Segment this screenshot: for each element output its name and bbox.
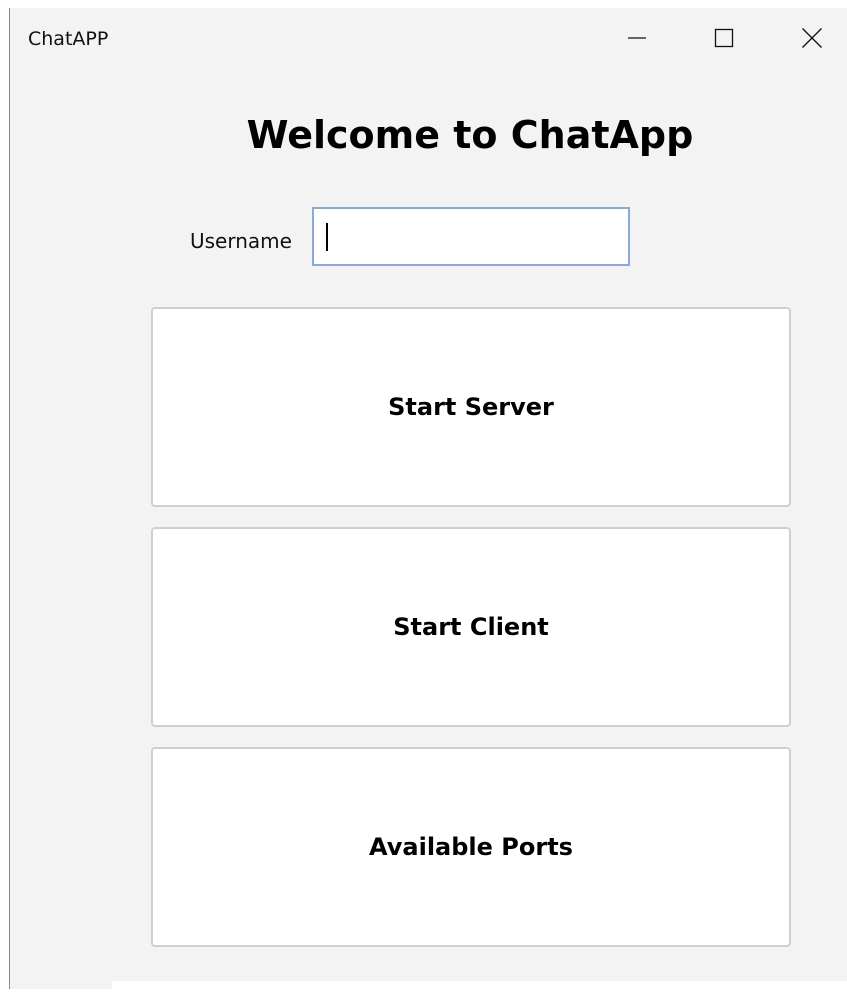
start-server-button[interactable]: Start Server	[151, 307, 791, 507]
close-icon	[801, 27, 823, 49]
username-input[interactable]	[312, 207, 630, 266]
minimize-icon	[627, 28, 647, 48]
minimize-button[interactable]	[614, 18, 660, 58]
welcome-heading: Welcome to ChatApp	[246, 113, 694, 157]
desktop-background	[112, 981, 847, 1001]
start-client-button[interactable]: Start Client	[151, 527, 791, 727]
close-button[interactable]	[789, 18, 835, 58]
title-bar[interactable]: ChatAPP	[10, 8, 847, 70]
maximize-icon	[714, 28, 734, 48]
window-title: ChatAPP	[28, 28, 109, 50]
maximize-button[interactable]	[701, 18, 747, 58]
username-label: Username	[190, 229, 292, 253]
text-caret	[326, 223, 328, 251]
app-window: ChatAPP Welcome to ChatApp Username Star…	[9, 8, 847, 989]
available-ports-button[interactable]: Available Ports	[151, 747, 791, 947]
